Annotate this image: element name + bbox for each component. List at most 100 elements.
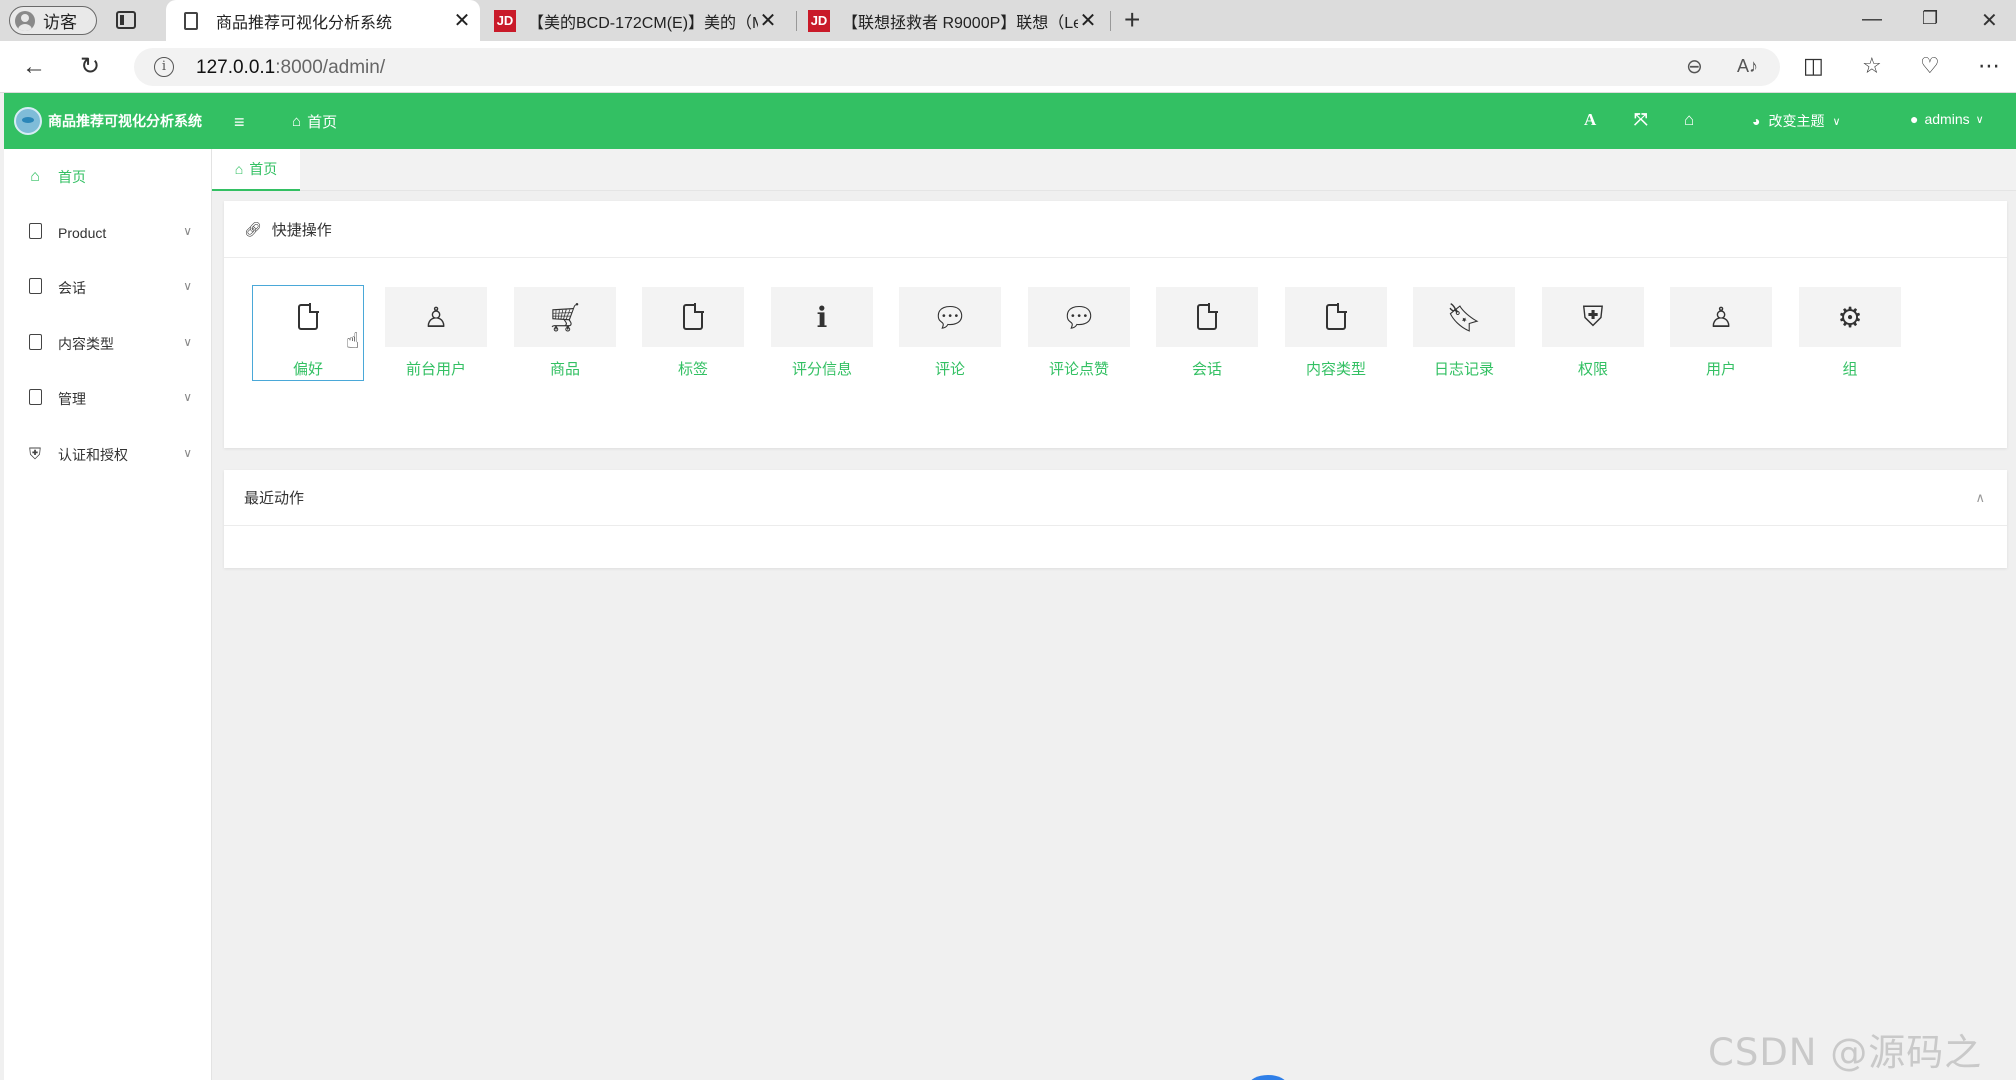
split-screen-icon[interactable]: ◫ [1803, 53, 1824, 79]
quick-action-tile: 🛒︎ [514, 287, 616, 347]
quick-action-frontend-users[interactable]: ♙ 前台用户 [381, 287, 491, 379]
fullscreen-icon[interactable]: ⤧ [1634, 110, 1648, 130]
page-tab-strip: ⌂ 首页 [212, 149, 2016, 191]
close-tab-icon[interactable]: ✕ [1078, 8, 1098, 33]
quick-action-tags[interactable]: 标签 [638, 287, 748, 379]
quick-action-log-entries[interactable]: 🔖︎ 日志记录 [1409, 287, 1519, 379]
more-menu-icon[interactable]: ⋯ [1978, 53, 2000, 79]
file-icon [26, 333, 44, 355]
app-header: 商品推荐可视化分析系统 ≡ ⌂ 首页 A ⤧ ⌂ ◕ 改变主题 ∨ ● admi… [4, 93, 2016, 149]
quick-action-tile [257, 287, 359, 347]
restore-icon[interactable]: ❐ [1922, 8, 1938, 29]
back-icon[interactable]: ← [22, 53, 46, 81]
sidebar-item-label: 认证和授权 [58, 447, 128, 463]
sidebar: ⌂ 首页 Product ∨ 会话 ∨ 内容类型 ∨ 管理 ∨ ⛨ 认证和授权 … [4, 149, 212, 1080]
chevron-down-icon: ∨ [183, 446, 192, 460]
new-tab-button[interactable]: + [1124, 5, 1140, 35]
user-icon: ● [1910, 111, 1919, 127]
guest-profile-button[interactable]: 访客 [9, 6, 97, 35]
quick-action-tile: ⚙ [1799, 287, 1901, 347]
tab-home[interactable]: ⌂ 首页 [212, 149, 300, 191]
sidebar-item-auth[interactable]: ⛨ 认证和授权 ∨ [4, 435, 212, 475]
quick-action-tile: i [771, 287, 873, 347]
quick-action-label: 前台用户 [405, 361, 466, 378]
file-icon [26, 388, 44, 410]
panel-title: 最近动作 [244, 490, 305, 507]
quick-action-label: 日志记录 [1433, 361, 1494, 378]
quick-action-label: 评分信息 [791, 361, 852, 378]
quick-action-tile: ♙ [1670, 287, 1772, 347]
address-bar-row: ← ↻ i 127.0.0.1:8000/admin/ ⊖ A♪ ◫ ☆ ♡ ⋯ [0, 41, 2016, 93]
tab-actions-icon[interactable] [116, 11, 136, 29]
collapse-chevron-up-icon[interactable]: ∧ [1975, 490, 1985, 506]
quick-action-comments[interactable]: 💬︎ 评论 [895, 287, 1005, 379]
mouse-pointer-icon: ☝︎ [346, 328, 360, 353]
quick-action-label: 组 [1842, 361, 1858, 378]
read-aloud-icon[interactable]: A♪ [1737, 56, 1758, 77]
quick-action-tile: ♙ [385, 287, 487, 347]
sidebar-item-label: 管理 [58, 391, 86, 407]
quick-action-sessions[interactable]: 会话 [1152, 287, 1262, 379]
browser-essentials-icon[interactable]: ♡ [1920, 53, 1940, 79]
file-icon [1197, 303, 1218, 330]
shield-icon: ⛨ [1582, 300, 1604, 332]
file-icon [1326, 303, 1347, 330]
home-icon: ⌂ [292, 113, 302, 130]
browser-tab[interactable]: JD 【美的BCD-172CM(E)】美的（M ✕ [490, 0, 786, 41]
quick-action-tile [642, 287, 744, 347]
sidebar-item-label: 内容类型 [58, 336, 114, 352]
sidebar-item-label: 会话 [58, 280, 86, 296]
sidebar-item-product[interactable]: Product ∨ [4, 213, 212, 253]
browser-tab-active[interactable]: 商品推荐可视化分析系统 ✕ [166, 0, 480, 41]
zoom-out-icon[interactable]: ⊖ [1686, 54, 1703, 79]
change-theme-button[interactable]: ◕ 改变主题 ∨ [1752, 111, 1841, 131]
tab-separator [1110, 11, 1111, 31]
home-icon[interactable]: ⌂ [1684, 110, 1694, 130]
quick-action-content-types[interactable]: 内容类型 [1281, 287, 1391, 379]
panel-title: 快捷操作 [271, 221, 332, 239]
browser-tab-bar: 访客 商品推荐可视化分析系统 ✕ JD 【美的BCD-172CM(E)】美的（M… [0, 0, 2016, 41]
url-text[interactable]: 127.0.0.1:8000/admin/ [196, 57, 385, 79]
window-close-icon[interactable]: ✕ [1981, 8, 1998, 33]
sidebar-item-home[interactable]: ⌂ 首页 [4, 157, 212, 197]
reload-icon[interactable]: ↻ [80, 53, 100, 81]
sidebar-item-admin[interactable]: 管理 ∨ [4, 379, 212, 419]
comments-icon: 💬︎ [932, 301, 968, 333]
quick-action-groups[interactable]: ⚙ 组 [1795, 287, 1905, 379]
close-tab-icon[interactable]: ✕ [758, 8, 778, 33]
home-icon: ⌂ [234, 161, 244, 177]
quick-action-label: 商品 [549, 361, 580, 378]
floating-assistant-icon[interactable] [1249, 1075, 1287, 1080]
quick-action-ratings[interactable]: i 评分信息 [767, 287, 877, 379]
browser-tab[interactable]: JD 【联想拯救者 R9000P】联想（Le ✕ [804, 0, 1106, 41]
quick-action-label: 权限 [1577, 361, 1608, 378]
header-home-link[interactable]: ⌂ 首页 [292, 111, 337, 132]
quick-action-users[interactable]: ♙ 用户 [1666, 287, 1776, 379]
quick-action-tile: ⛨ [1542, 287, 1644, 347]
menu-toggle-icon[interactable]: ≡ [234, 112, 245, 133]
address-bar[interactable]: i 127.0.0.1:8000/admin/ ⊖ A♪ [134, 48, 1780, 86]
favorites-icon[interactable]: ☆ [1862, 53, 1882, 79]
close-tab-icon[interactable]: ✕ [452, 8, 472, 33]
browser-tab-title: 商品推荐可视化分析系统 [216, 14, 393, 32]
quick-action-comment-likes[interactable]: 💬︎ 评论点赞 [1024, 287, 1134, 379]
user-icon: ♙ [423, 301, 449, 333]
minimize-icon[interactable]: — [1862, 8, 1882, 31]
sidebar-item-content-types[interactable]: 内容类型 ∨ [4, 324, 212, 364]
quick-action-tile [1156, 287, 1258, 347]
sidebar-item-sessions[interactable]: 会话 ∨ [4, 268, 212, 308]
site-info-icon[interactable]: i [154, 57, 174, 77]
bookmark-icon: 🔖︎ [1446, 301, 1482, 333]
chevron-down-icon: ∨ [183, 224, 192, 238]
font-size-icon[interactable]: A [1584, 110, 1596, 130]
quick-action-tile [1285, 287, 1387, 347]
quick-action-products[interactable]: 🛒︎ 商品 [510, 287, 620, 379]
recent-actions-panel: 最近动作 ∧ [224, 470, 2007, 568]
url-path: :8000/admin/ [275, 57, 386, 78]
quick-actions-panel: 🔗︎ 快捷操作 偏好 ♙ 前台用户 🛒︎ 商品 标签 i 评分信息 💬︎ 评论 … [224, 201, 2007, 448]
quick-action-permissions[interactable]: ⛨ 权限 [1538, 287, 1648, 379]
browser-tab-title: 【美的BCD-172CM(E)】美的（M [528, 14, 758, 32]
user-menu-button[interactable]: ● admins ∨ [1910, 111, 1984, 127]
home-icon: ⌂ [30, 168, 40, 185]
file-icon [298, 303, 319, 330]
